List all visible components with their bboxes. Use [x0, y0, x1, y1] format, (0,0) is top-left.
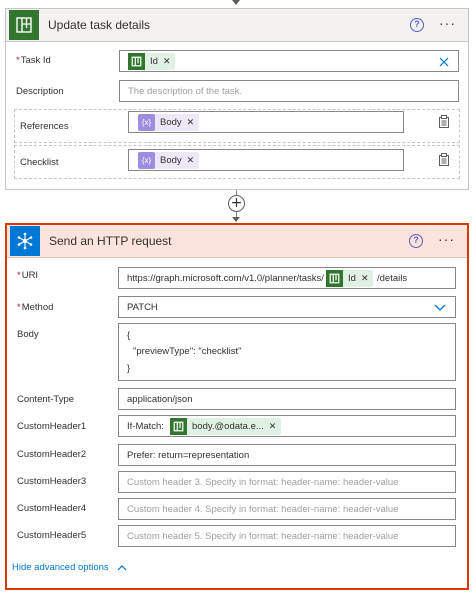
send-http-request-card[interactable]: Send an HTTP request ? ··· *URI https://… [5, 223, 469, 590]
body-field[interactable]: { "previewType": "checklist" } [118, 323, 456, 381]
custom-header-2-value: Prefer: return=representation [127, 450, 250, 461]
custom-header-5-label: CustomHeader5 [17, 530, 87, 541]
checklist-label: Checklist [20, 157, 59, 168]
body-line-1: { [127, 330, 131, 341]
body-token[interactable]: {x} Body ✕ [138, 152, 200, 169]
method-label: *Method [17, 302, 54, 313]
switch-to-array-icon[interactable] [438, 115, 450, 129]
uri-label: *URI [17, 270, 39, 281]
checklist-field[interactable]: {x} Body ✕ [128, 149, 404, 171]
odata-etag-token[interactable]: body.@odata.e... ✕ [170, 418, 282, 435]
token-label: body.@odata.e... [192, 421, 264, 432]
description-placeholder: The description of the task. [128, 86, 243, 97]
close-icon[interactable] [439, 57, 449, 67]
method-value: PATCH [127, 302, 158, 313]
method-dropdown[interactable]: PATCH [118, 296, 456, 318]
token-label: Id [348, 273, 356, 284]
custom-header-4-field[interactable]: Custom header 4. Specify in format: head… [118, 498, 456, 520]
custom-header-2-label: CustomHeader2 [17, 449, 87, 460]
more-options-icon[interactable]: ··· [438, 232, 455, 246]
remove-token-icon[interactable]: ✕ [361, 273, 369, 284]
card-title: Update task details [48, 18, 151, 32]
card-title: Send an HTTP request [49, 234, 172, 248]
token-label: Body [160, 155, 182, 166]
references-field[interactable]: {x} Body ✕ [128, 111, 404, 133]
switch-to-array-icon[interactable] [438, 153, 450, 167]
help-icon[interactable]: ? [409, 234, 423, 248]
update-task-details-card[interactable]: Update task details ? ··· *Task Id Id ✕ … [5, 8, 469, 190]
add-step-icon[interactable]: + [228, 195, 245, 212]
card-header[interactable]: Update task details ? ··· [6, 9, 468, 42]
uri-prefix: https://graph.microsoft.com/v1.0/planner… [127, 273, 324, 284]
remove-token-icon[interactable]: ✕ [187, 117, 195, 128]
references-label: References [20, 121, 69, 132]
custom-header-5-field[interactable]: Custom header 5. Specify in format: head… [118, 525, 456, 547]
id-token[interactable]: Id ✕ [326, 270, 374, 287]
id-token[interactable]: Id ✕ [128, 53, 176, 70]
planner-icon [9, 10, 39, 40]
custom-header-3-label: CustomHeader3 [17, 476, 87, 487]
card-header[interactable]: Send an HTTP request ? ··· [7, 225, 467, 258]
task-id-field[interactable]: Id ✕ [119, 50, 459, 72]
body-token[interactable]: {x} Body ✕ [138, 114, 200, 131]
custom-header-3-placeholder: Custom header 3. Specify in format: head… [127, 477, 399, 488]
expression-icon: {x} [138, 152, 155, 169]
description-label: Description [16, 86, 64, 97]
arrow-down-icon [232, 0, 240, 5]
content-type-field[interactable]: application/json [118, 388, 456, 410]
description-field[interactable]: The description of the task. [119, 80, 459, 102]
more-options-icon[interactable]: ··· [439, 16, 456, 30]
custom-header-1-prefix: If-Match: [127, 421, 164, 432]
task-id-label: *Task Id [16, 55, 51, 66]
arrow-down-icon [232, 217, 240, 222]
custom-header-4-placeholder: Custom header 4. Specify in format: head… [127, 504, 399, 515]
planner-icon [128, 53, 145, 70]
uri-suffix: /details [377, 273, 408, 284]
custom-header-4-label: CustomHeader4 [17, 503, 87, 514]
body-label: Body [17, 329, 39, 340]
http-icon [10, 226, 40, 256]
token-label: Body [160, 117, 182, 128]
content-type-label: Content-Type [17, 394, 75, 405]
body-line-2: "previewType": "checklist" [133, 346, 242, 357]
content-type-value: application/json [127, 394, 193, 405]
custom-header-1-field[interactable]: If-Match: body.@odata.e... ✕ [118, 415, 456, 437]
custom-header-3-field[interactable]: Custom header 3. Specify in format: head… [118, 471, 456, 493]
planner-icon [170, 418, 187, 435]
remove-token-icon[interactable]: ✕ [269, 421, 277, 432]
remove-token-icon[interactable]: ✕ [187, 155, 195, 166]
body-line-3: } [127, 363, 131, 374]
custom-header-1-label: CustomHeader1 [17, 421, 87, 432]
planner-icon [326, 270, 343, 287]
uri-field[interactable]: https://graph.microsoft.com/v1.0/planner… [118, 267, 456, 289]
custom-header-5-placeholder: Custom header 5. Specify in format: head… [127, 531, 399, 542]
hide-advanced-options-label: Hide advanced options [12, 562, 109, 573]
remove-token-icon[interactable]: ✕ [163, 56, 171, 67]
help-icon[interactable]: ? [410, 18, 424, 32]
expression-icon: {x} [138, 114, 155, 131]
custom-header-2-field[interactable]: Prefer: return=representation [118, 444, 456, 466]
hide-advanced-options-link[interactable]: Hide advanced options [12, 562, 127, 573]
chevron-down-icon[interactable] [434, 304, 446, 312]
token-label: Id [150, 56, 158, 67]
chevron-up-icon [117, 565, 127, 571]
